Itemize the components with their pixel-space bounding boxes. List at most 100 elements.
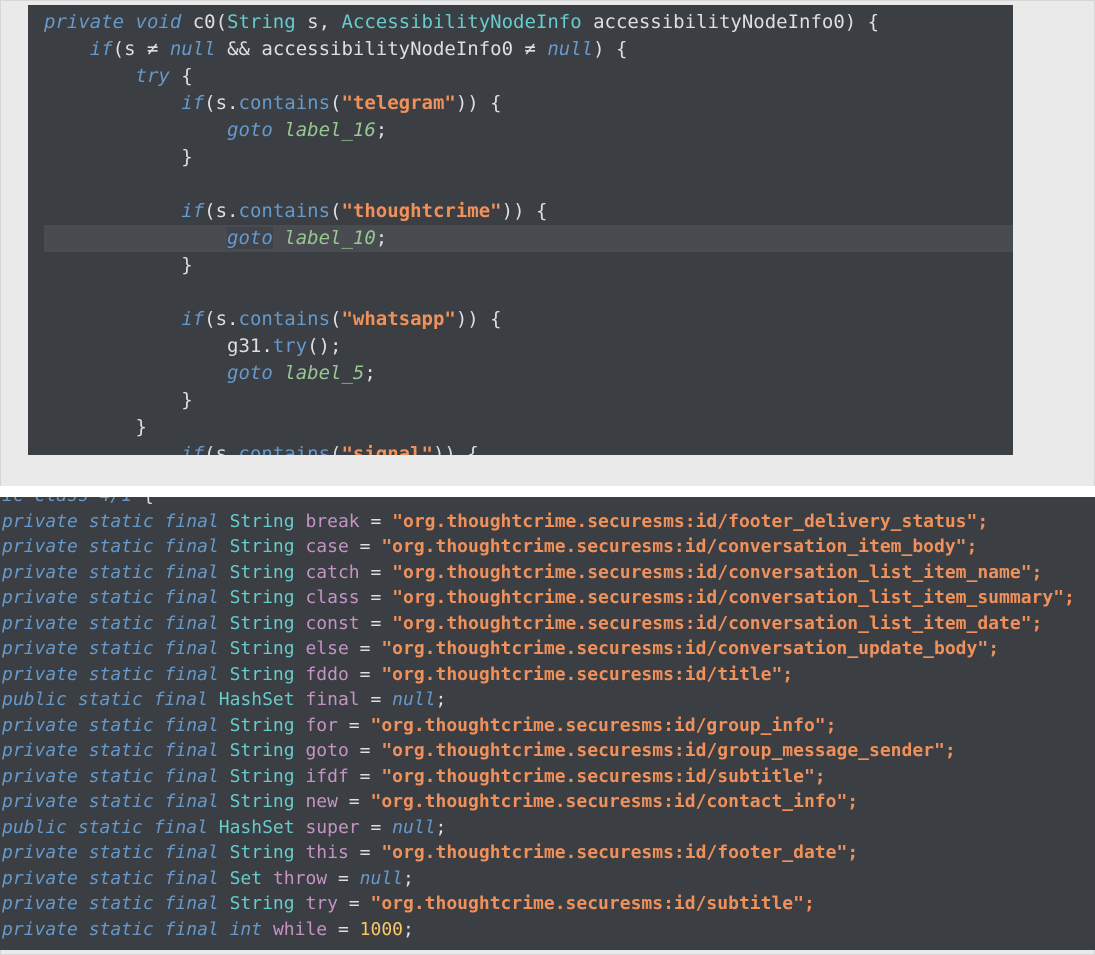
- code-token: }: [44, 416, 147, 438]
- code-token: [295, 740, 306, 761]
- code-line[interactable]: private static final String class = "org…: [2, 585, 1095, 611]
- code-line[interactable]: private static final String break = "org…: [2, 509, 1095, 535]
- code-token: =: [360, 613, 393, 634]
- code-token: [295, 562, 306, 583]
- code-token: [44, 443, 181, 455]
- code-token: && accessibilityNodeInfo0 ≠: [216, 38, 548, 60]
- code-line[interactable]: private static final Set throw = null;: [2, 866, 1095, 892]
- code-line[interactable]: private static final String this = "org.…: [2, 840, 1095, 866]
- code-token: [44, 92, 181, 114]
- code-line[interactable]: if(s.contains("thoughtcrime")) {: [44, 198, 1013, 225]
- code-token: Set: [230, 868, 263, 889]
- code-token: new: [305, 791, 338, 812]
- code-token: "org.thoughtcrime.securesms:id/title";: [381, 664, 793, 685]
- code-line-highlighted[interactable]: goto label_10;: [44, 225, 1013, 252]
- code-token: contains: [239, 308, 331, 330]
- code-line[interactable]: if(s.contains("whatsapp")) {: [44, 306, 1013, 333]
- code-token: "org.thoughtcrime.securesms:id/group_mes…: [381, 740, 955, 761]
- code-token: String: [230, 766, 295, 787]
- code-token: }: [44, 254, 193, 276]
- code-line[interactable]: private static final String case = "org.…: [2, 534, 1095, 560]
- code-token: [44, 119, 227, 141]
- code-token: contains: [239, 200, 331, 222]
- code-line[interactable]: public static final HashSet final = null…: [2, 687, 1095, 713]
- code-line[interactable]: if(s.contains("signal")) {: [44, 441, 1013, 455]
- code-token: g31.: [44, 335, 273, 357]
- code-token: goto: [227, 119, 273, 141]
- code-line[interactable]: }: [44, 252, 1013, 279]
- code-token: private static final: [2, 511, 230, 532]
- code-token: =: [360, 817, 393, 838]
- code-token: for: [305, 715, 338, 736]
- code-line[interactable]: private static final String ifdf = "org.…: [2, 764, 1095, 790]
- code-token: String: [230, 842, 295, 863]
- code-token: [295, 536, 306, 557]
- code-line[interactable]: goto label_16;: [44, 117, 1013, 144]
- code-token: private static final: [2, 791, 230, 812]
- code-token: String: [230, 791, 295, 812]
- code-line[interactable]: private static final String goto = "org.…: [2, 738, 1095, 764]
- code-area-method: private void c0(String s, AccessibilityN…: [44, 9, 1013, 455]
- code-token: =: [360, 511, 393, 532]
- code-line[interactable]: private void c0(String s, AccessibilityN…: [44, 9, 1013, 36]
- code-token: throw: [273, 868, 327, 889]
- code-line[interactable]: [44, 279, 1013, 306]
- code-token: String: [227, 11, 296, 33]
- code-line[interactable]: }: [44, 144, 1013, 171]
- code-token: private static final: [2, 638, 230, 659]
- code-token: =: [349, 664, 382, 685]
- code-token: )) {: [433, 443, 479, 455]
- code-line[interactable]: if(s.contains("telegram")) {: [44, 90, 1013, 117]
- code-token: String: [230, 511, 295, 532]
- code-token: "org.thoughtcrime.securesms:id/conversat…: [392, 587, 1075, 608]
- code-token: =: [349, 766, 382, 787]
- code-token: private void: [44, 11, 193, 33]
- code-token: [295, 511, 306, 532]
- code-line[interactable]: try {: [44, 63, 1013, 90]
- code-token: null: [392, 817, 435, 838]
- code-line[interactable]: ic class 4/1 {: [2, 497, 1095, 509]
- code-token: 1000: [360, 919, 403, 940]
- code-token: null: [360, 868, 403, 889]
- code-line[interactable]: private static final String catch = "org…: [2, 560, 1095, 586]
- code-token: =: [327, 919, 360, 940]
- code-token: if: [181, 200, 204, 222]
- code-line[interactable]: private static final String else = "org.…: [2, 636, 1095, 662]
- code-line[interactable]: if(s ≠ null && accessibilityNodeInfo0 ≠ …: [44, 36, 1013, 63]
- code-token: {: [132, 497, 154, 506]
- code-token: [273, 227, 284, 249]
- code-token: [262, 868, 273, 889]
- code-token: ;: [376, 119, 387, 141]
- code-token: if: [181, 92, 204, 114]
- code-token: String: [230, 587, 295, 608]
- code-token: [295, 842, 306, 863]
- string-constants-code-panel: ic class 4/1 {private static final Strin…: [0, 497, 1095, 950]
- code-line[interactable]: private static final String new = "org.t…: [2, 789, 1095, 815]
- code-token: ;: [436, 817, 447, 838]
- code-line[interactable]: private static final String try = "org.t…: [2, 891, 1095, 917]
- code-line[interactable]: public static final HashSet super = null…: [2, 815, 1095, 841]
- code-token: [295, 587, 306, 608]
- code-token: catch: [305, 562, 359, 583]
- code-line[interactable]: }: [44, 387, 1013, 414]
- code-token: [295, 689, 306, 710]
- code-token: =: [349, 740, 382, 761]
- code-token: ;: [403, 919, 414, 940]
- code-token: (s.: [204, 92, 238, 114]
- code-line[interactable]: private static final String const = "org…: [2, 611, 1095, 637]
- code-token: if: [181, 443, 204, 455]
- code-line[interactable]: private static final int while = 1000;: [2, 917, 1095, 943]
- code-token: }: [44, 146, 193, 168]
- code-line[interactable]: g31.try();: [44, 333, 1013, 360]
- code-line[interactable]: private static final String fddo = "org.…: [2, 662, 1095, 688]
- code-line[interactable]: [44, 171, 1013, 198]
- code-line[interactable]: goto label_5;: [44, 360, 1013, 387]
- code-token: {: [170, 65, 193, 87]
- code-token: [295, 613, 306, 634]
- code-token: )) {: [502, 200, 548, 222]
- code-token: accessibilityNodeInfo0) {: [582, 11, 879, 33]
- code-line[interactable]: }: [44, 414, 1013, 441]
- code-token: "org.thoughtcrime.securesms:id/contact_i…: [370, 791, 858, 812]
- code-token: goto: [305, 740, 348, 761]
- code-line[interactable]: private static final String for = "org.t…: [2, 713, 1095, 739]
